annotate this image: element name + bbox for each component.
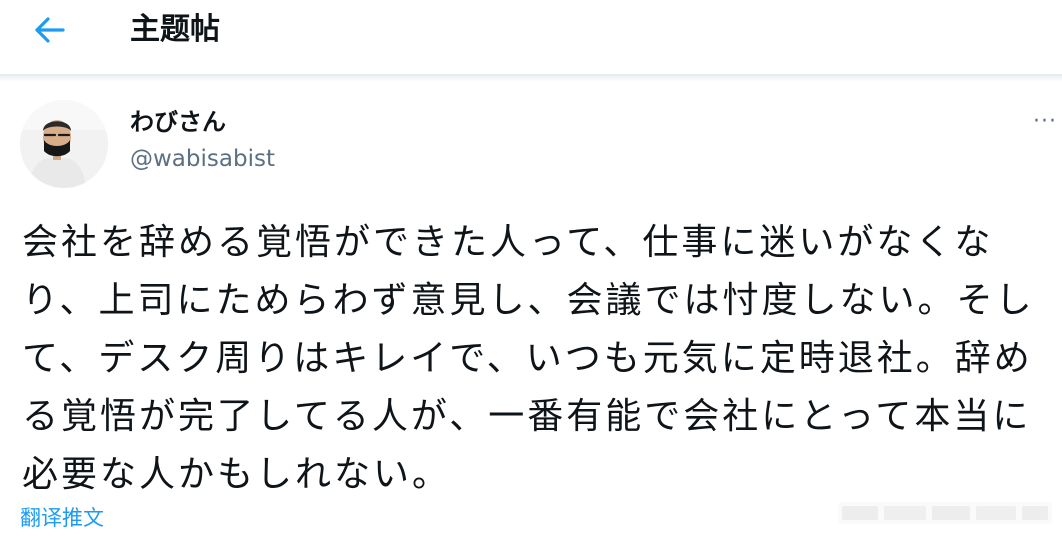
tweet-text: 会社を辞める覚悟ができた人って、仕事に迷いがなくなり、上司にためらわず意見し、会… (22, 222, 1035, 495)
page-title: 主题帖 (130, 12, 220, 47)
watermark (838, 502, 1052, 524)
thread-page: 主题帖 わびさん @wabisabist ··· 会社を辞める覚悟ができた人って… (0, 0, 1062, 536)
avatar[interactable] (20, 100, 108, 188)
author-display-name[interactable]: わびさん (130, 106, 226, 138)
header-divider (0, 76, 1062, 82)
author-handle[interactable]: @wabisabist (130, 143, 275, 175)
avatar-photo (20, 100, 108, 188)
more-button[interactable]: ··· (1028, 110, 1062, 134)
more-horizontal-icon: ··· (1033, 109, 1057, 134)
arrow-left-icon (35, 17, 65, 43)
top-bar: 主题帖 (0, 0, 1062, 76)
translate-tweet-link[interactable]: 翻译推文 (20, 503, 104, 533)
back-button[interactable] (26, 10, 74, 50)
